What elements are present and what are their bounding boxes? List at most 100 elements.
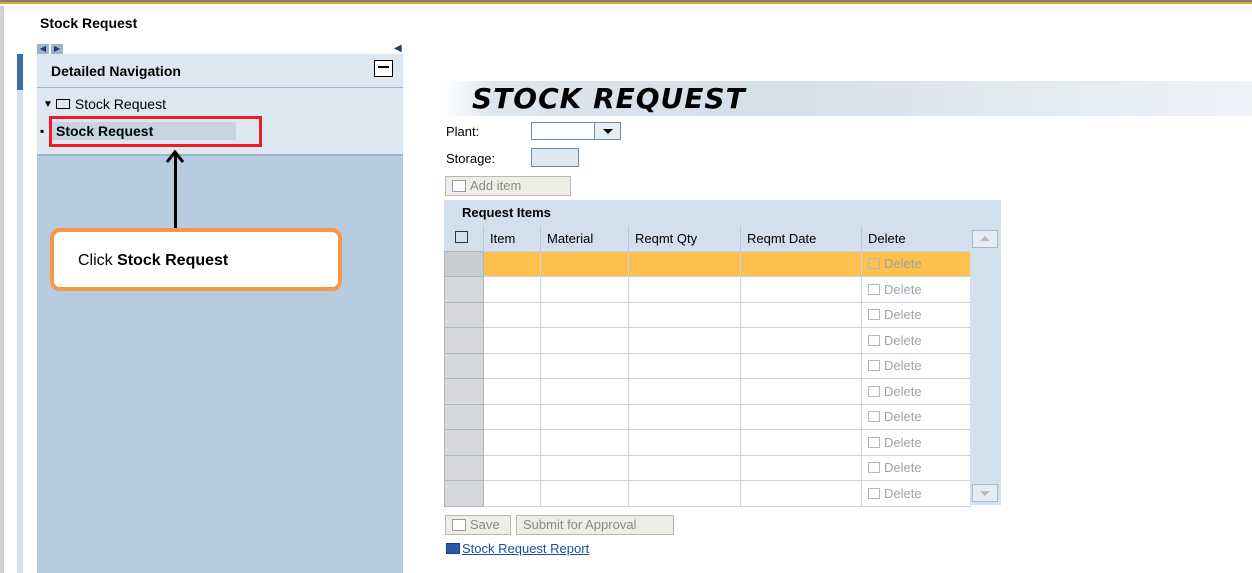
table-row[interactable]: Delete <box>444 352 971 379</box>
delete-button[interactable]: Delete <box>861 403 971 430</box>
history-pager[interactable]: ◀ ▶ <box>37 44 65 54</box>
table-row[interactable]: Delete <box>444 454 971 481</box>
cell-item[interactable] <box>483 378 541 405</box>
column-header-delete[interactable]: Delete <box>861 226 971 251</box>
row-selector[interactable] <box>444 250 484 277</box>
delete-button[interactable]: Delete <box>861 301 971 328</box>
table-row[interactable]: Delete <box>444 480 971 507</box>
minimize-icon[interactable] <box>374 60 393 77</box>
row-selector[interactable] <box>444 352 484 379</box>
cell-reqmt-date[interactable] <box>740 276 862 303</box>
cell-reqmt-qty[interactable] <box>628 352 741 379</box>
cell-material[interactable] <box>540 250 629 277</box>
table-scrollbar[interactable] <box>970 226 1001 505</box>
cell-material[interactable] <box>540 403 629 430</box>
row-selector[interactable] <box>444 378 484 405</box>
table-row[interactable]: Delete <box>444 276 971 303</box>
cell-reqmt-date[interactable] <box>740 429 862 456</box>
request-items-title: Request Items <box>462 205 551 220</box>
table-row[interactable]: Delete <box>444 378 971 405</box>
cell-reqmt-date[interactable] <box>740 301 862 328</box>
column-header-reqmt-date[interactable]: Reqmt Date <box>740 226 862 251</box>
delete-label: Delete <box>884 358 922 374</box>
cell-reqmt-qty[interactable] <box>628 250 741 277</box>
delete-button[interactable]: Delete <box>861 352 971 379</box>
delete-icon <box>868 360 880 372</box>
row-selector[interactable] <box>444 327 484 354</box>
row-selector[interactable] <box>444 403 484 430</box>
cell-material[interactable] <box>540 352 629 379</box>
delete-button[interactable]: Delete <box>861 276 971 303</box>
table-row[interactable]: Delete <box>444 327 971 354</box>
table-row[interactable]: Delete <box>444 301 971 328</box>
column-header-reqmt-qty[interactable]: Reqmt Qty <box>628 226 741 251</box>
save-button[interactable]: Save <box>445 515 511 535</box>
cell-material[interactable] <box>540 327 629 354</box>
dropdown-arrow-icon[interactable] <box>594 123 620 139</box>
cell-item[interactable] <box>483 454 541 481</box>
row-selector[interactable] <box>444 480 484 507</box>
delete-button[interactable]: Delete <box>861 327 971 354</box>
table-settings-icon[interactable] <box>444 226 484 251</box>
submit-for-approval-button[interactable]: Submit for Approval <box>516 515 674 535</box>
previous-icon[interactable]: ◀ <box>37 44 49 54</box>
collapse-navigation-icon[interactable]: ◀ <box>394 43 402 54</box>
cell-item[interactable] <box>483 403 541 430</box>
tree-folder-stock-request[interactable]: ▼ Stock Request <box>43 96 166 112</box>
row-selector[interactable] <box>444 276 484 303</box>
cell-reqmt-date[interactable] <box>740 250 862 277</box>
cell-item[interactable] <box>483 301 541 328</box>
row-selector[interactable] <box>444 429 484 456</box>
delete-button[interactable]: Delete <box>861 250 971 277</box>
delete-button[interactable]: Delete <box>861 480 971 507</box>
row-selector[interactable] <box>444 454 484 481</box>
cell-material[interactable] <box>540 276 629 303</box>
plant-select[interactable] <box>531 122 621 140</box>
cell-material[interactable] <box>540 429 629 456</box>
cell-item[interactable] <box>483 250 541 277</box>
cell-material[interactable] <box>540 301 629 328</box>
cell-reqmt-date[interactable] <box>740 327 862 354</box>
delete-label: Delete <box>884 332 922 348</box>
table-row[interactable]: Delete <box>444 403 971 430</box>
column-header-item[interactable]: Item <box>483 226 541 251</box>
report-link-label: Stock Request Report <box>462 541 590 556</box>
cell-item[interactable] <box>483 327 541 354</box>
column-header-material[interactable]: Material <box>540 226 629 251</box>
delete-button[interactable]: Delete <box>861 429 971 456</box>
scroll-down-icon[interactable] <box>972 484 998 502</box>
cell-reqmt-date[interactable] <box>740 480 862 507</box>
cell-reqmt-qty[interactable] <box>628 454 741 481</box>
scroll-up-icon[interactable] <box>972 230 998 248</box>
plant-label: Plant: <box>446 124 480 139</box>
cell-item[interactable] <box>483 429 541 456</box>
table-row[interactable]: Delete <box>444 429 971 456</box>
cell-reqmt-qty[interactable] <box>628 403 741 430</box>
delete-button[interactable]: Delete <box>861 454 971 481</box>
cell-reqmt-qty[interactable] <box>628 378 741 405</box>
cell-item[interactable] <box>483 352 541 379</box>
next-icon[interactable]: ▶ <box>51 44 63 54</box>
cell-reqmt-qty[interactable] <box>628 276 741 303</box>
add-item-button[interactable]: Add item <box>445 176 571 196</box>
cell-reqmt-date[interactable] <box>740 378 862 405</box>
cell-material[interactable] <box>540 378 629 405</box>
expand-triangle-icon[interactable]: ▼ <box>43 99 53 110</box>
cell-reqmt-qty[interactable] <box>628 327 741 354</box>
add-item-label: Add item <box>470 178 522 193</box>
cell-reqmt-qty[interactable] <box>628 301 741 328</box>
cell-reqmt-date[interactable] <box>740 352 862 379</box>
cell-reqmt-qty[interactable] <box>628 429 741 456</box>
cell-reqmt-qty[interactable] <box>628 480 741 507</box>
delete-button[interactable]: Delete <box>861 378 971 405</box>
table-row[interactable]: Delete <box>444 250 971 277</box>
cell-material[interactable] <box>540 480 629 507</box>
cell-reqmt-date[interactable] <box>740 403 862 430</box>
cell-item[interactable] <box>483 480 541 507</box>
cell-material[interactable] <box>540 454 629 481</box>
cell-item[interactable] <box>483 276 541 303</box>
stock-request-report-link[interactable]: Stock Request Report <box>446 541 589 556</box>
row-selector[interactable] <box>444 301 484 328</box>
storage-input[interactable] <box>531 148 579 167</box>
cell-reqmt-date[interactable] <box>740 454 862 481</box>
